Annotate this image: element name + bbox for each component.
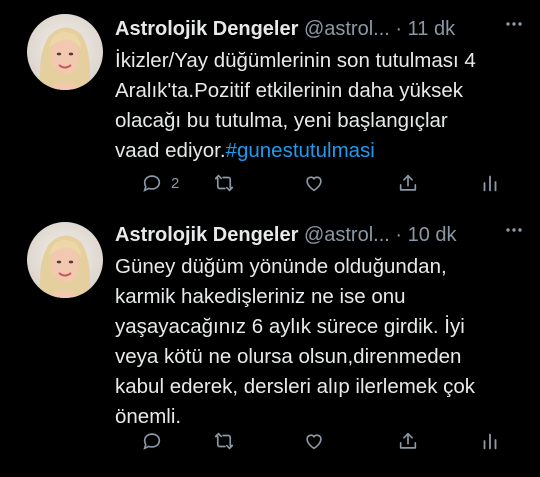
retweet-button[interactable]	[213, 170, 235, 196]
tweet-text-line: kabul ederek, dersleri alıp ilerlemek ço…	[115, 375, 476, 398]
heart-icon	[306, 434, 322, 450]
reply-icon	[143, 433, 161, 450]
tweet-text-line: olacağı bu tutulma, yeni başlangıçlar	[115, 109, 448, 132]
tweet[interactable]: Astrolojik Dengeler @astrol... · 11 dk İ…	[0, 0, 540, 212]
hashtag-link[interactable]: #gunestutulmasi	[226, 139, 375, 162]
tweet-text-line: karmik hakedişleriniz ne ise onu	[115, 285, 406, 308]
retweet-icon	[214, 174, 234, 192]
share-icon	[399, 174, 417, 191]
tweet-text-line: İkizler/Yay düğümlerinin son tutulması 4	[115, 49, 476, 72]
like-button[interactable]	[303, 170, 325, 196]
analytics-button[interactable]	[479, 428, 501, 454]
share-button[interactable]	[397, 428, 419, 454]
reply-button[interactable]	[141, 428, 171, 454]
tweet-text-line: yaşayacağınız 6 aylık sürece girdik. İyi	[115, 315, 465, 338]
timestamp[interactable]: · 10 dk	[395, 224, 456, 246]
reply-icon	[143, 175, 161, 192]
author-handle[interactable]: @astrol...	[304, 224, 390, 246]
analytics-button[interactable]	[479, 170, 501, 196]
author-handle[interactable]: @astrol...	[304, 18, 390, 40]
analytics-icon	[483, 433, 497, 450]
tweet-text-line: veya kötü ne olursa olsun,direnmeden	[115, 345, 462, 368]
tweet-text-fragment: vaad ediyor.	[115, 139, 226, 162]
author-name[interactable]: Astrolojik Dengeler	[115, 224, 298, 246]
avatar[interactable]	[27, 222, 103, 298]
tweet-header: Astrolojik Dengeler @astrol... · 10 dk	[115, 220, 530, 250]
share-icon	[399, 432, 417, 449]
more-icon[interactable]	[504, 220, 524, 244]
analytics-icon	[483, 175, 497, 192]
tweet-actions	[113, 428, 513, 454]
author-name[interactable]: Astrolojik Dengeler	[115, 18, 298, 40]
avatar[interactable]	[27, 14, 103, 90]
reply-count: 2	[171, 174, 180, 192]
tweet-text-line: Aralık'ta.Pozitif etkilerinin daha yükse…	[115, 79, 464, 102]
reply-button[interactable]: 2	[141, 170, 179, 196]
tweet-actions: 2	[113, 170, 513, 196]
tweet-header: Astrolojik Dengeler @astrol... · 11 dk	[115, 14, 530, 44]
tweet-text: Güney düğüm yönünde olduğundan, karmik h…	[115, 252, 530, 432]
tweet[interactable]: Astrolojik Dengeler @astrol... · 10 dk G…	[0, 212, 540, 477]
tweet-text-line: vaad ediyor.#gunestutulmasi	[115, 136, 530, 166]
tweet-text-line: Güney düğüm yönünde olduğundan,	[115, 255, 447, 278]
retweet-icon	[214, 432, 234, 450]
more-icon[interactable]	[504, 14, 524, 38]
share-button[interactable]	[397, 170, 419, 196]
retweet-button[interactable]	[213, 428, 235, 454]
like-button[interactable]	[303, 428, 325, 454]
tweet-text: İkizler/Yay düğümlerinin son tutulması 4…	[115, 46, 530, 166]
timestamp[interactable]: · 11 dk	[395, 18, 455, 40]
heart-icon	[306, 176, 322, 192]
